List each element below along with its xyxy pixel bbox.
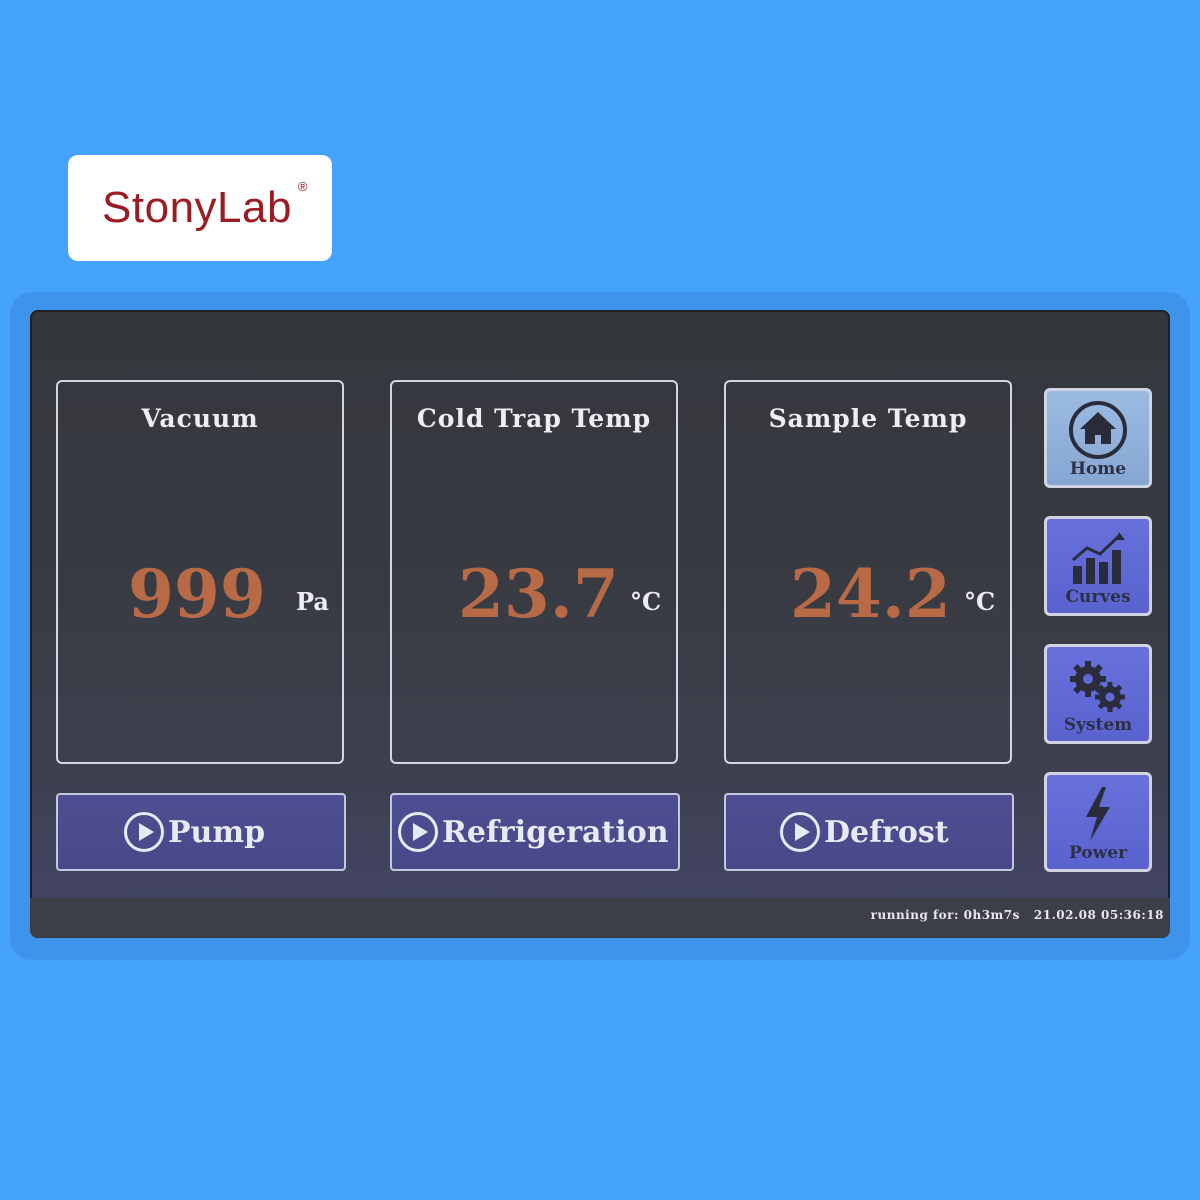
- sample-temp-value: 24.2: [790, 555, 951, 633]
- play-circle-icon: [124, 812, 164, 852]
- date-time: 21.02.08 05:36:18: [1033, 908, 1164, 922]
- vacuum-panel: Vacuum 999 Pa: [56, 380, 344, 764]
- panel-title: Cold Trap Temp: [416, 404, 652, 433]
- lightning-icon: [1066, 785, 1130, 843]
- system-button-label: System: [1063, 715, 1133, 735]
- running-time: 0h3m7s: [963, 908, 1020, 922]
- home-button-label: Home: [1069, 459, 1127, 479]
- refrigeration-button-label: Refrigeration: [442, 814, 669, 850]
- power-button-label: Power: [1068, 843, 1128, 863]
- chart-icon: [1066, 529, 1130, 587]
- vacuum-value: 999: [128, 555, 266, 633]
- running-label: running for:: [870, 908, 959, 922]
- vacuum-unit: Pa: [296, 587, 329, 616]
- brand-logo: StonyLab ®: [68, 155, 332, 261]
- pump-button[interactable]: Pump: [56, 793, 346, 871]
- brand-name: StonyLab ®: [102, 179, 308, 232]
- curves-button[interactable]: Curves: [1044, 516, 1152, 616]
- gears-icon: [1066, 657, 1130, 715]
- sample-temp-panel: Sample Temp 24.2 °C: [724, 380, 1012, 764]
- system-button[interactable]: System: [1044, 644, 1152, 744]
- cold-trap-temp-unit: °C: [630, 587, 662, 616]
- status-text: running for: 0h3m7s 21.02.08 05:36:18: [871, 908, 1164, 922]
- cold-trap-temp-value: 23.7: [458, 555, 619, 633]
- panel-title: Vacuum: [141, 404, 259, 433]
- home-button[interactable]: Home: [1044, 388, 1152, 488]
- refrigeration-button[interactable]: Refrigeration: [390, 793, 680, 871]
- touch-screen: Vacuum 999 Pa Cold Trap Temp 23.7 °C Sam…: [30, 310, 1170, 938]
- play-circle-icon: [780, 812, 820, 852]
- status-bar: running for: 0h3m7s 21.02.08 05:36:18: [30, 898, 1170, 938]
- cold-trap-temp-panel: Cold Trap Temp 23.7 °C: [390, 380, 678, 764]
- pump-button-label: Pump: [168, 814, 266, 850]
- home-icon: [1066, 401, 1130, 459]
- registered-mark: ®: [297, 179, 308, 194]
- power-button[interactable]: Power: [1044, 772, 1152, 872]
- play-circle-icon: [398, 812, 438, 852]
- panel-title: Sample Temp: [768, 404, 968, 433]
- defrost-button[interactable]: Defrost: [724, 793, 1014, 871]
- sample-temp-unit: °C: [964, 587, 996, 616]
- curves-button-label: Curves: [1065, 587, 1131, 607]
- defrost-button-label: Defrost: [824, 814, 949, 850]
